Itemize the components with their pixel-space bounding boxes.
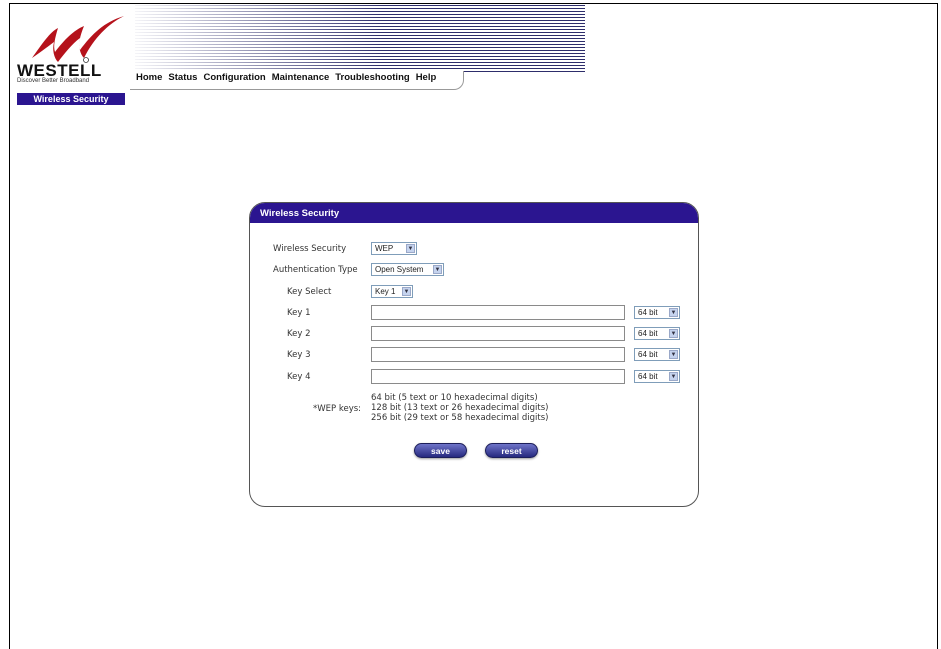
chevron-down-icon: ▼ (406, 244, 415, 253)
key-3-input[interactable] (371, 347, 625, 362)
nav-maintenance[interactable]: Maintenance (272, 72, 330, 83)
chevron-down-icon: ▼ (669, 329, 678, 338)
nav-status[interactable]: Status (168, 72, 197, 83)
key-2-input[interactable] (371, 326, 625, 341)
header-stripes (135, 5, 585, 73)
key-2-label: Key 2 (287, 329, 311, 339)
key-select-value: Key 1 (375, 287, 396, 296)
key-3-label: Key 3 (287, 350, 311, 360)
chevron-down-icon: ▼ (669, 372, 678, 381)
key-select-label: Key Select (287, 287, 332, 297)
main-nav: Home Status Configuration Maintenance Tr… (136, 72, 436, 83)
wep-note-128: 128 bit (13 text or 26 hexadecimal digit… (371, 403, 549, 413)
wireless-security-select[interactable]: WEP ▼ (371, 242, 417, 255)
wep-note-64: 64 bit (5 text or 10 hexadecimal digits) (371, 393, 538, 403)
key-4-bits-select[interactable]: 64 bit ▼ (634, 370, 680, 383)
key-2-bits-select[interactable]: 64 bit ▼ (634, 327, 680, 340)
key-4-input[interactable] (371, 369, 625, 384)
key-select-select[interactable]: Key 1 ▼ (371, 285, 413, 298)
wireless-security-label: Wireless Security (273, 244, 347, 254)
nav-home[interactable]: Home (136, 72, 162, 83)
wireless-security-panel: Wireless Security Wireless Security WEP … (249, 202, 699, 507)
key-2-bits-value: 64 bit (638, 329, 658, 338)
panel-title: Wireless Security (250, 203, 698, 223)
authentication-type-value: Open System (375, 265, 424, 274)
key-1-bits-value: 64 bit (638, 308, 658, 317)
key-1-input[interactable] (371, 305, 625, 320)
wep-note-256: 256 bit (29 text or 58 hexadecimal digit… (371, 413, 549, 423)
chevron-down-icon: ▼ (669, 350, 678, 359)
key-4-bits-value: 64 bit (638, 372, 658, 381)
key-1-bits-select[interactable]: 64 bit ▼ (634, 306, 680, 319)
authentication-type-select[interactable]: Open System ▼ (371, 263, 444, 276)
key-3-bits-select[interactable]: 64 bit ▼ (634, 348, 680, 361)
wep-keys-notes: 64 bit (5 text or 10 hexadecimal digits)… (371, 393, 548, 423)
wep-keys-label: *WEP keys: (313, 404, 362, 414)
key-1-label: Key 1 (287, 308, 311, 318)
key-4-label: Key 4 (287, 372, 311, 382)
nav-help[interactable]: Help (416, 72, 437, 83)
key-3-bits-value: 64 bit (638, 350, 658, 359)
chevron-down-icon: ▼ (669, 308, 678, 317)
chevron-down-icon: ▼ (433, 265, 442, 274)
authentication-type-label: Authentication Type (273, 265, 358, 275)
nav-troubleshooting[interactable]: Troubleshooting (335, 72, 409, 83)
nav-configuration[interactable]: Configuration (203, 72, 265, 83)
save-button[interactable]: save (414, 443, 467, 458)
brand-tagline: Discover Better Broadband (17, 78, 90, 84)
wireless-security-value: WEP (375, 244, 394, 253)
chevron-down-icon: ▼ (402, 287, 411, 296)
reset-button[interactable]: reset (485, 443, 538, 458)
page-title-badge: Wireless Security (17, 93, 125, 105)
westell-logo-icon (32, 16, 124, 63)
